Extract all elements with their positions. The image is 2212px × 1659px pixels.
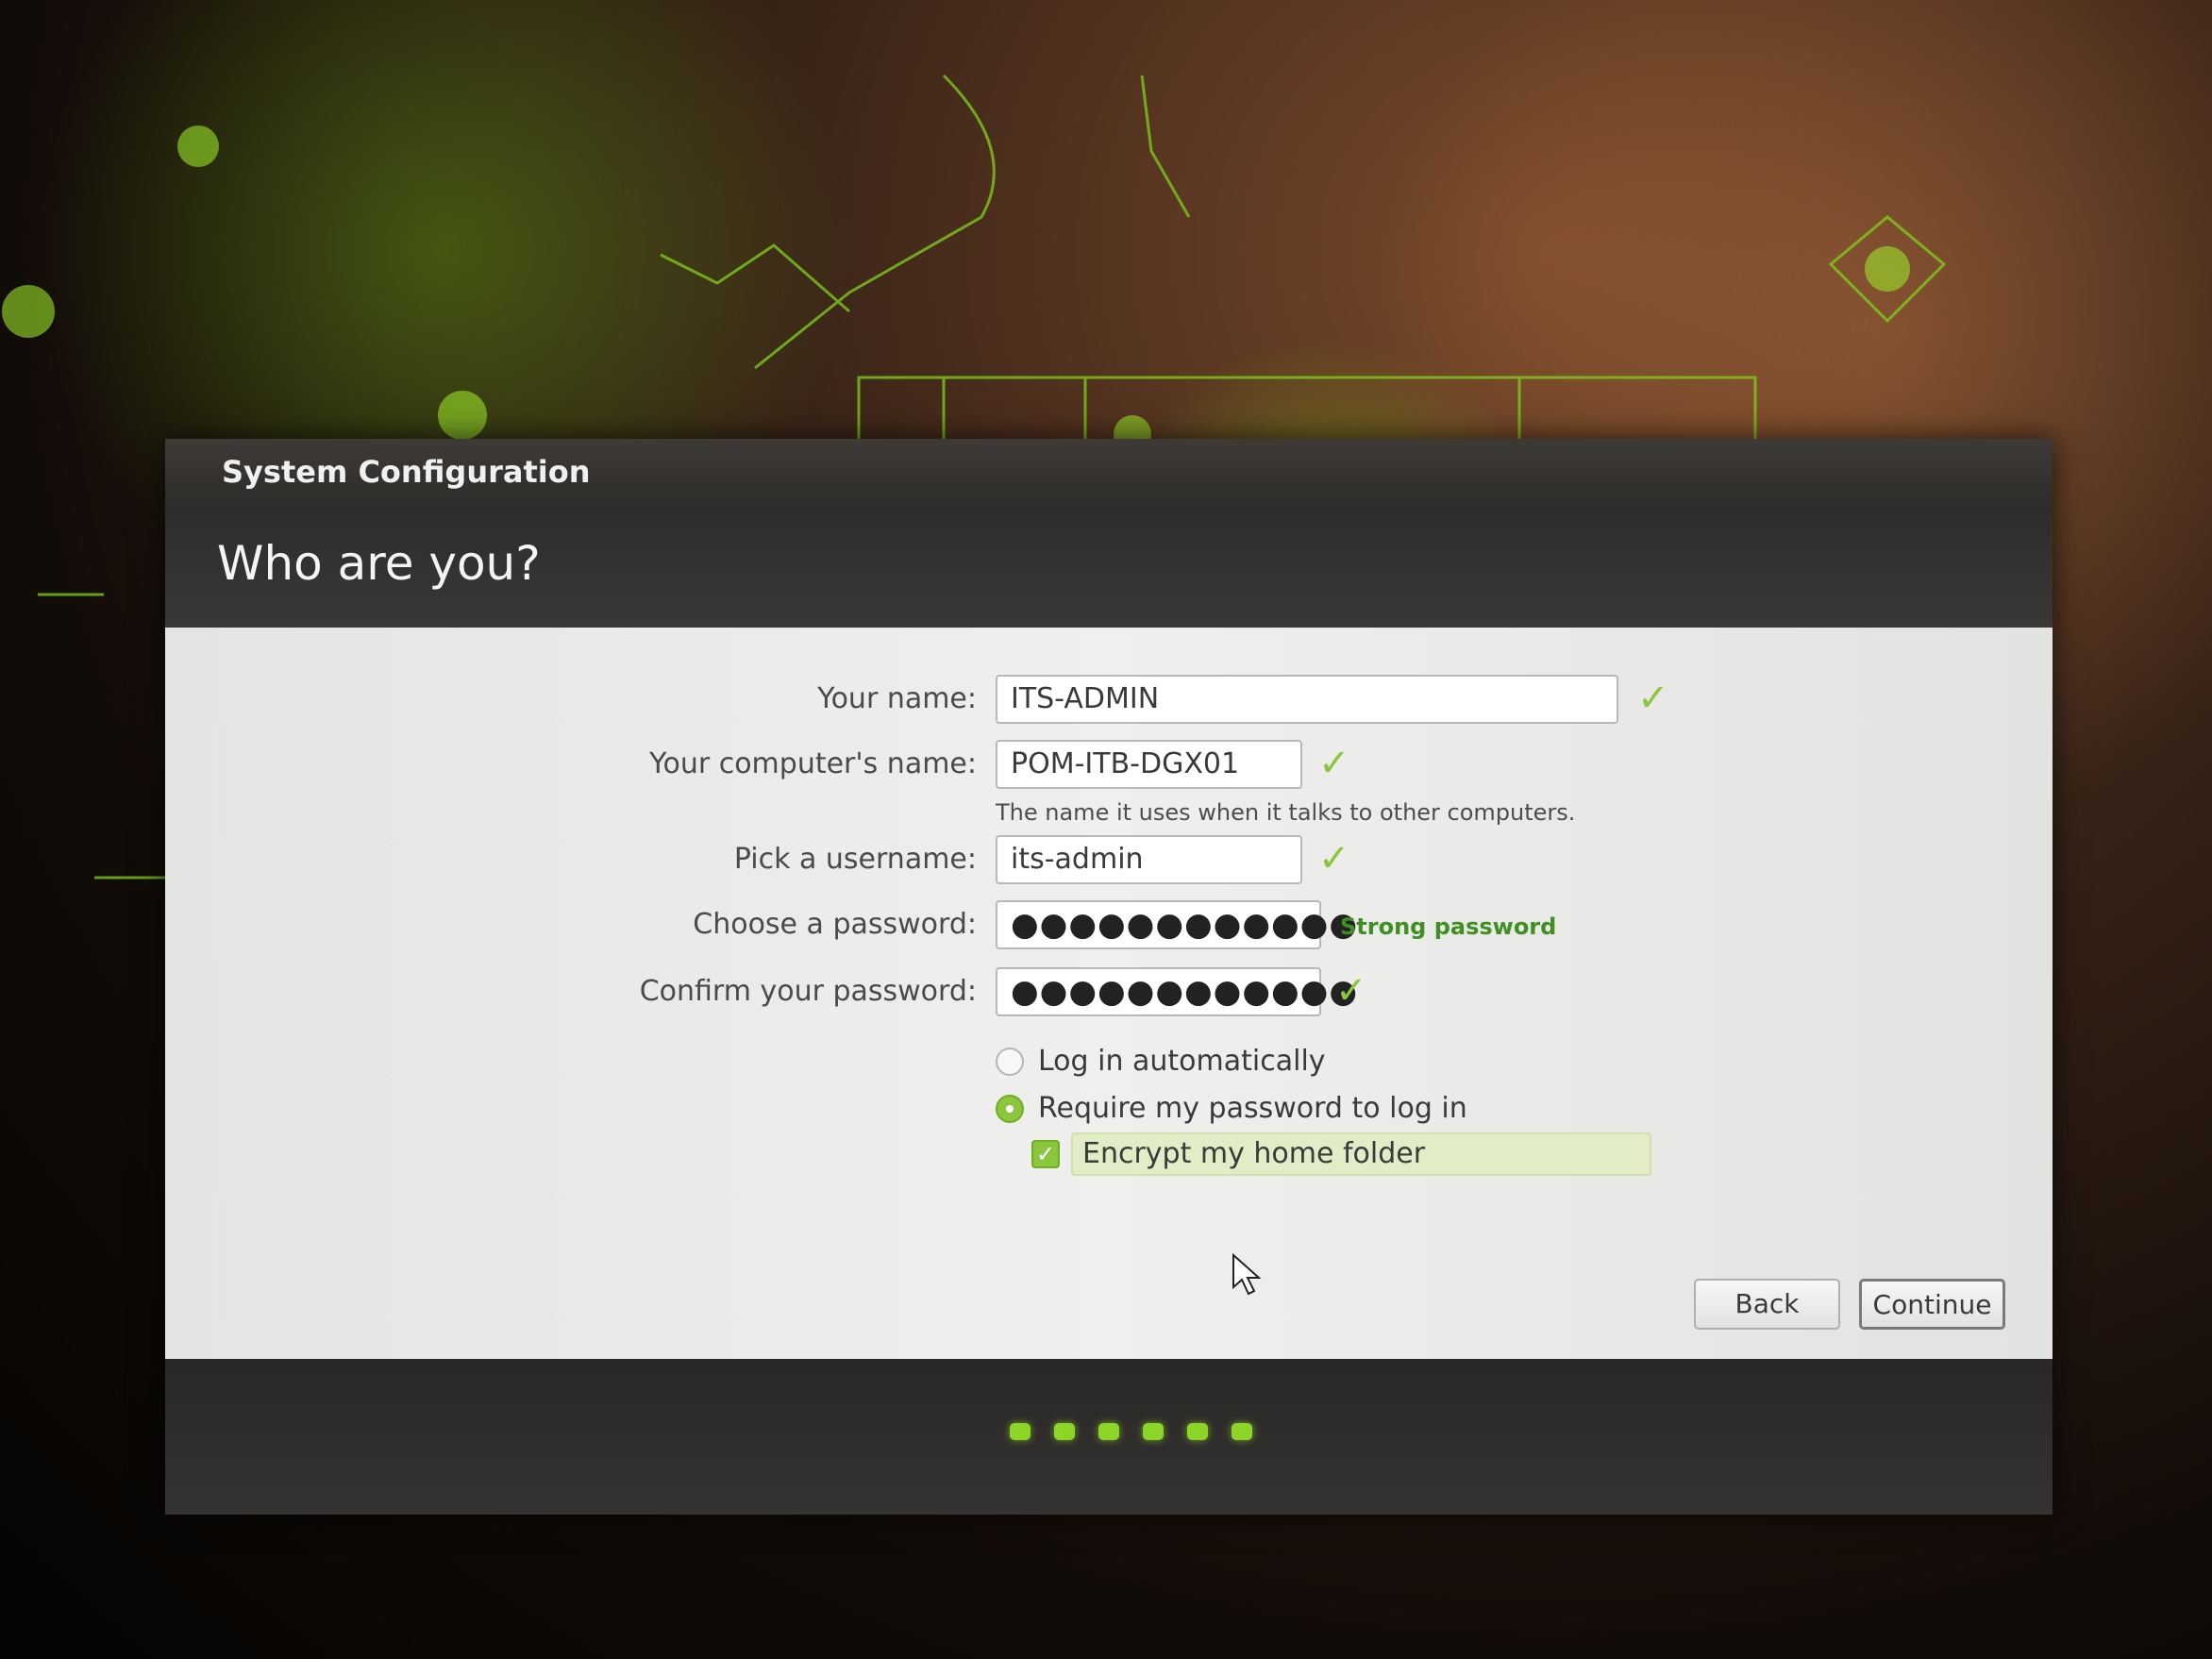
system-configuration-dialog: System Configuration Who are you? Your n… [165,439,2053,1515]
username-field[interactable]: its-admin [996,835,1302,884]
confirm-password-valid-check-icon: ✓ [1335,969,1367,1013]
computer-name-valid-check-icon: ✓ [1318,742,1350,785]
progress-dot [1098,1423,1119,1440]
confirm-password-field[interactable]: ●●●●●●●●●●●● [996,967,1357,1016]
computer-name-field[interactable]: POM-ITB-DGX01 [996,740,1302,789]
log-in-automatically-radio[interactable] [996,1047,1024,1076]
encrypt-home-label[interactable]: Encrypt my home folder [1082,1137,1425,1170]
username-label: Pick a username: [733,843,977,876]
encrypt-home-checkbox[interactable]: ✓ [1031,1140,1060,1168]
progress-dot [1232,1423,1252,1440]
name-label: Your name: [817,682,977,715]
progress-dot [1054,1423,1075,1440]
page-title: Who are you? [217,536,541,591]
password-field[interactable]: ●●●●●●●●●●●● [996,900,1357,949]
progress-indicator [1010,1423,1255,1446]
name-valid-check-icon: ✓ [1637,677,1669,720]
installer-footer [165,1359,2053,1515]
password-strength-indicator: Strong password [1340,913,1557,940]
progress-dot [1010,1423,1031,1440]
back-button[interactable]: Back [1694,1279,1840,1330]
password-label: Choose a password: [693,908,977,941]
progress-dot [1187,1423,1208,1440]
username-valid-check-icon: ✓ [1318,837,1350,880]
dialog-titlebar: System Configuration [165,439,2053,510]
page-header: Who are you? [165,510,2053,628]
require-password-label[interactable]: Require my password to log in [1038,1092,1467,1125]
window-title: System Configuration [222,454,591,490]
name-field[interactable]: ITS-ADMIN [996,675,1618,724]
user-form-panel: Your name: ITS-ADMIN ✓ Your computer's n… [165,628,2053,1359]
computer-name-hint: The name it uses when it talks to other … [996,799,1576,826]
confirm-password-label: Confirm your password: [639,975,977,1008]
continue-button[interactable]: Continue [1859,1279,2005,1330]
require-password-radio[interactable] [996,1095,1024,1123]
log-in-automatically-label[interactable]: Log in automatically [1038,1045,1326,1078]
progress-dot [1143,1423,1164,1440]
mouse-pointer-icon [1232,1253,1262,1296]
computer-name-label: Your computer's name: [649,747,977,780]
